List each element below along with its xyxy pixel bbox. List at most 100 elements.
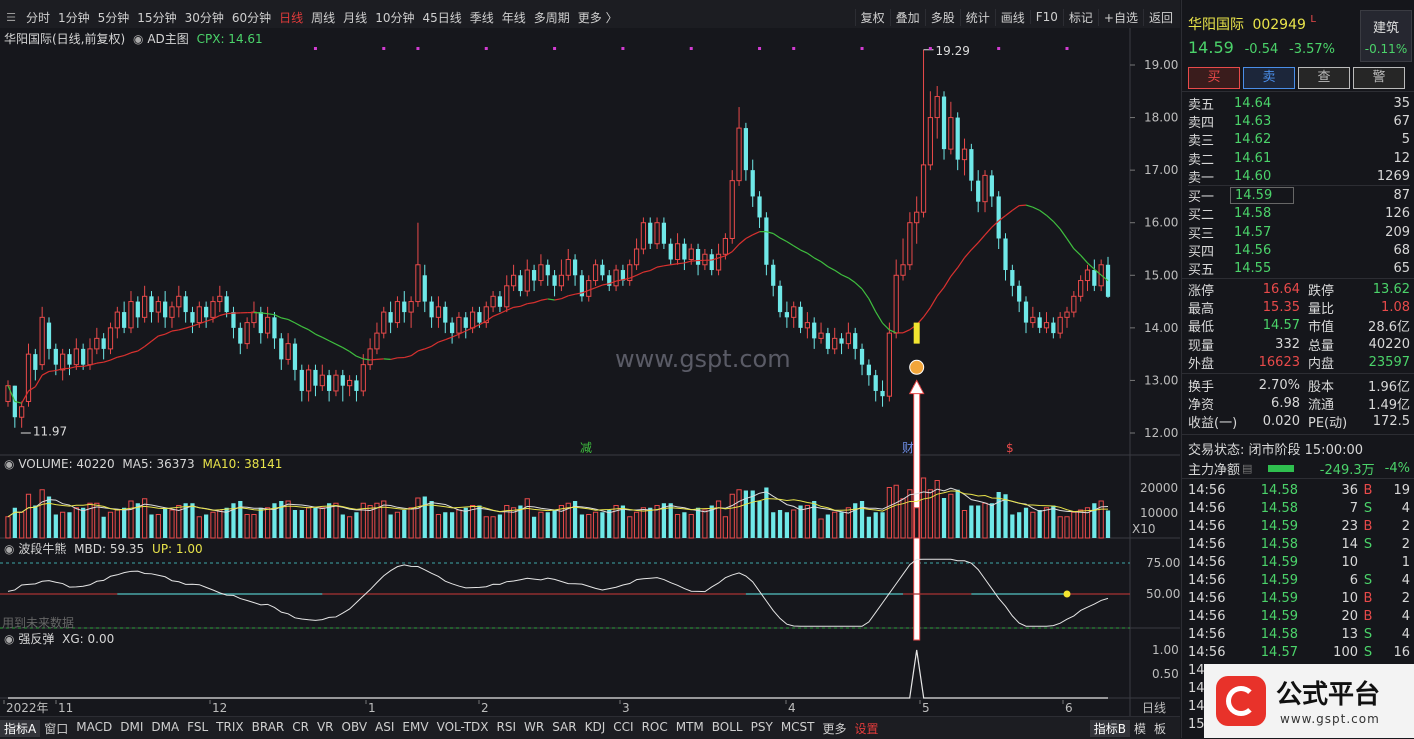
order-book-row[interactable]: 卖一14.601269 [1188, 167, 1410, 185]
tool-button[interactable]: +自选 [1098, 9, 1143, 26]
indicator-tab[interactable]: VOL-TDX [433, 720, 493, 737]
candle-body [942, 97, 946, 150]
candle-body [368, 349, 372, 365]
order-book-row[interactable]: 卖五14.6435 [1188, 94, 1410, 112]
tool-button[interactable]: 标记 [1063, 9, 1098, 26]
indicator-tab[interactable]: MCST [777, 720, 819, 737]
stock-header: 华阳国际 002949 L [1188, 14, 1316, 34]
order-book-row[interactable]: 卖四14.6367 [1188, 112, 1410, 130]
indicator-tab[interactable]: DMA [147, 720, 183, 737]
volume-bar [915, 508, 919, 538]
tool-button[interactable]: 多股 [925, 9, 960, 26]
indicator-tab-right[interactable]: 模 [1130, 720, 1150, 737]
volume-bar [313, 508, 317, 538]
candle-body [218, 296, 222, 301]
indicator-tab[interactable]: BOLL [708, 720, 747, 737]
indicator-tab[interactable]: MTM [672, 720, 708, 737]
indicator-tab[interactable]: OBV [338, 720, 372, 737]
order-book-row[interactable]: 买五14.5565 [1188, 260, 1410, 278]
period-tab[interactable]: 30分钟 [181, 9, 228, 26]
indicator-tab[interactable]: 窗口 [40, 720, 72, 737]
indicator-tab[interactable]: ASI [371, 720, 398, 737]
order-book-row[interactable]: 买一14.5987 [1188, 186, 1410, 204]
volume-bar [949, 494, 953, 538]
period-tab[interactable]: 15分钟 [133, 9, 180, 26]
period-tab[interactable]: 45日线 [418, 9, 465, 26]
period-tab[interactable]: 分时 [22, 9, 54, 26]
order-book-row[interactable]: 卖二14.6112 [1188, 149, 1410, 167]
period-tab[interactable]: 日线 [275, 9, 307, 26]
indicator-tab[interactable]: FSL [183, 720, 212, 737]
indicator-tab[interactable]: PSY [747, 720, 777, 737]
pane-dot-icon[interactable]: ◉ [4, 457, 14, 471]
indicator-tab[interactable]: EMV [398, 720, 432, 737]
tick-time: 14:56 [1188, 591, 1238, 606]
candle-body [204, 307, 208, 318]
settings-dot-icon[interactable]: ◉ [133, 32, 143, 46]
indicator-tab[interactable]: KDJ [581, 720, 610, 737]
indicator-tab[interactable]: ROC [638, 720, 672, 737]
trade-action-button[interactable]: 警 [1353, 67, 1405, 89]
order-book-row[interactable]: 买二14.58126 [1188, 205, 1410, 223]
doc-icon[interactable]: ▤ [1242, 462, 1252, 475]
indicator-tab-right[interactable]: 板 [1150, 720, 1170, 737]
tick-row: 14:5614.5813S4 [1188, 625, 1410, 643]
order-book-row[interactable]: 买四14.5668 [1188, 241, 1410, 259]
x-tick-label: 3 [622, 701, 630, 715]
industry-box[interactable]: 建筑 -0.11% [1360, 10, 1412, 62]
level-volume: 67 [1393, 114, 1410, 129]
tool-button[interactable]: 统计 [960, 9, 995, 26]
trade-action-button[interactable]: 卖 [1243, 67, 1295, 89]
tool-button[interactable]: 复权 [855, 9, 890, 26]
tick-row: 14:5614.59101 [1188, 553, 1410, 571]
period-tab[interactable]: 10分钟 [371, 9, 418, 26]
indicator-tab[interactable]: 更多 [819, 720, 851, 737]
stat-value: 13.62 [1373, 282, 1410, 297]
indicator-tab[interactable]: VR [313, 720, 338, 737]
indicator-tab[interactable]: RSI [493, 720, 521, 737]
candle-body [648, 223, 652, 244]
indicator-tab[interactable]: MACD [72, 720, 116, 737]
indicator-tab[interactable]: TRIX [212, 720, 247, 737]
indicator-name[interactable]: AD主图 [147, 32, 188, 46]
volume-bar [354, 512, 358, 538]
period-tab[interactable]: 多周期 [530, 9, 574, 26]
trade-action-button[interactable]: 买 [1188, 67, 1240, 89]
period-tab[interactable]: 5分钟 [94, 9, 134, 26]
period-tab[interactable]: 更多 〉 [574, 9, 622, 26]
tool-button[interactable]: F10 [1030, 10, 1063, 24]
period-tab[interactable]: 年线 [498, 9, 530, 26]
pane-dot-icon[interactable]: ◉ [4, 632, 14, 646]
volume-bar [409, 508, 413, 538]
candle-body [423, 275, 427, 301]
order-book-row[interactable]: 买三14.57209 [1188, 223, 1410, 241]
indicator-tab[interactable]: 设置 [851, 720, 883, 737]
indicator-tab[interactable]: WR [520, 720, 548, 737]
tool-button[interactable]: 画线 [995, 9, 1030, 26]
trade-action-button[interactable]: 查 [1298, 67, 1350, 89]
indicator-tab[interactable]: CCI [609, 720, 637, 737]
volume-bar [429, 501, 433, 538]
indicator-tab[interactable]: BRAR [248, 720, 289, 737]
tool-button[interactable]: 叠加 [890, 9, 925, 26]
indicator-tab[interactable]: DMI [116, 720, 147, 737]
period-tab[interactable]: 季线 [466, 9, 498, 26]
pane-dot-icon[interactable]: ◉ [4, 542, 14, 556]
tool-button[interactable]: 返回 [1143, 9, 1178, 26]
period-tab[interactable]: 1分钟 [54, 9, 94, 26]
watermark: www.gspt.com [615, 345, 791, 373]
candle-body [245, 323, 249, 344]
candle-body [546, 265, 550, 276]
period-tab[interactable]: 周线 [307, 9, 339, 26]
indicator-tab[interactable]: CR [288, 720, 313, 737]
volume-bar [26, 494, 30, 538]
period-tab[interactable]: 月线 [339, 9, 371, 26]
candle-body [1024, 302, 1028, 323]
indicator-tab[interactable]: 指标A [0, 720, 40, 737]
indicator-tab-right[interactable]: 指标B [1090, 720, 1130, 737]
volume-bar [860, 501, 864, 538]
order-book-row[interactable]: 卖三14.625 [1188, 131, 1410, 149]
period-tab[interactable]: 60分钟 [228, 9, 275, 26]
kline-chart[interactable]: 19.0018.0017.0016.0015.0014.0013.0012.00… [0, 28, 1180, 718]
indicator-tab[interactable]: SAR [548, 720, 580, 737]
